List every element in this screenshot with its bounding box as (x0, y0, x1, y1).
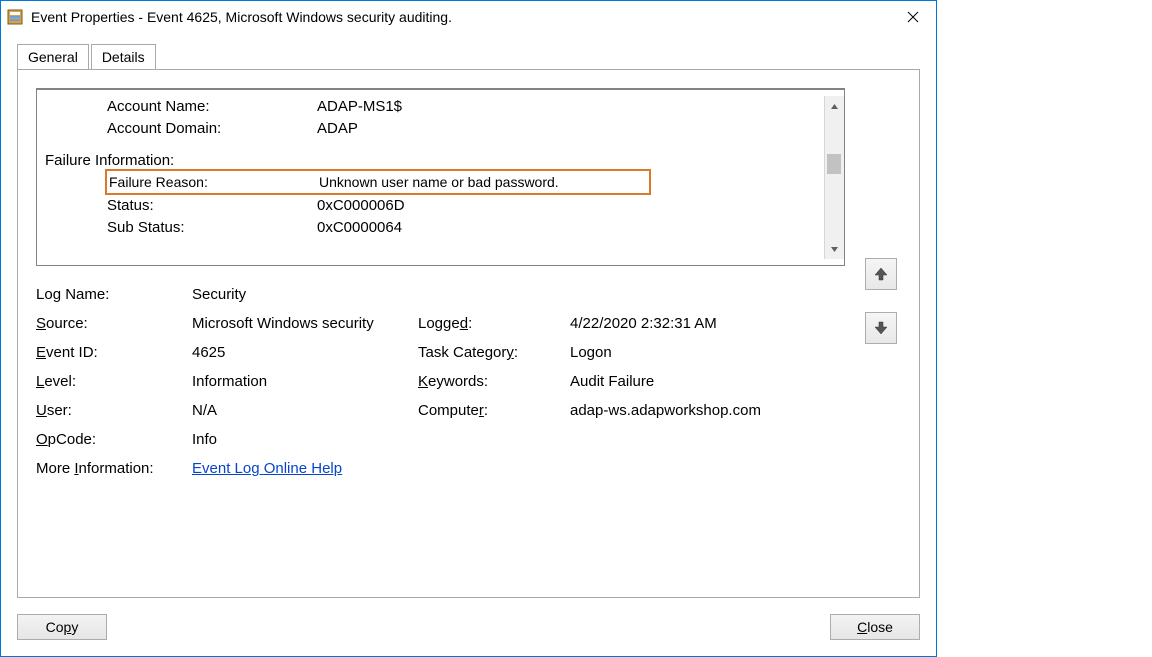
status-value: 0xC000006D (317, 195, 820, 217)
next-event-button[interactable] (865, 312, 897, 344)
scrollbar-thumb[interactable] (827, 154, 841, 174)
computer-value: adap-ws.adapworkshop.com (570, 402, 845, 419)
scroll-up-arrow-icon[interactable] (825, 96, 844, 116)
copy-button[interactable]: Copy (17, 614, 107, 640)
client-area: General Details Account Name: ADAP-MS1$ … (1, 33, 936, 656)
level-label: Level: (36, 373, 186, 390)
account-domain-value: ADAP (317, 118, 820, 140)
tabstrip: General Details (17, 43, 920, 69)
account-domain-label: Account Domain: (107, 118, 317, 140)
window-title: Event Properties - Event 4625, Microsoft… (31, 9, 890, 25)
scroll-down-arrow-icon[interactable] (825, 239, 844, 259)
previous-event-button[interactable] (865, 258, 897, 290)
source-value: Microsoft Windows security (192, 315, 412, 332)
task-category-value: Logon (570, 344, 845, 361)
dialog-button-row: Copy Close (17, 598, 920, 640)
computer-label: Computer: (418, 402, 564, 419)
arrow-down-icon (874, 321, 888, 335)
substatus-label: Sub Status: (107, 217, 317, 239)
row-account-domain: Account Domain: ADAP (45, 118, 820, 140)
row-failure-reason-highlight: Failure Reason: Unknown user name or bad… (105, 169, 651, 195)
window-close-button[interactable] (890, 2, 936, 33)
keywords-value: Audit Failure (570, 373, 845, 390)
account-name-value: ADAP-MS1$ (317, 96, 820, 118)
arrow-up-icon (874, 267, 888, 281)
more-info-label: More Information: (36, 460, 186, 477)
user-label: User: (36, 402, 186, 419)
event-id-value: 4625 (192, 344, 412, 361)
tab-panel-general: Account Name: ADAP-MS1$ Account Domain: … (17, 69, 920, 598)
event-description-box: Account Name: ADAP-MS1$ Account Domain: … (36, 88, 845, 266)
scrollbar-track[interactable] (825, 116, 844, 239)
event-properties-window: Event Properties - Event 4625, Microsoft… (0, 0, 937, 657)
tab-general[interactable]: General (17, 44, 89, 70)
log-name-value: Security (192, 286, 845, 303)
task-category-label: Task Category: (418, 344, 564, 361)
opcode-label: OpCode: (36, 431, 186, 448)
failure-info-header: Failure Information: (45, 152, 820, 169)
nav-button-column (845, 88, 901, 366)
failure-reason-value: Unknown user name or bad password. (319, 171, 559, 193)
status-label: Status: (107, 195, 317, 217)
event-viewer-icon (7, 9, 23, 25)
row-status: Status: 0xC000006D (45, 195, 820, 217)
row-substatus: Sub Status: 0xC0000064 (45, 217, 820, 239)
failure-reason-label: Failure Reason: (109, 171, 319, 193)
keywords-label: Keywords: (418, 373, 564, 390)
titlebar: Event Properties - Event 4625, Microsoft… (1, 1, 936, 33)
user-value: N/A (192, 402, 412, 419)
logged-label: Logged: (418, 315, 564, 332)
close-icon (907, 11, 919, 23)
source-label: Source: (36, 315, 186, 332)
account-name-label: Account Name: (107, 96, 317, 118)
event-meta-grid: Log Name: Security Source: Microsoft Win… (36, 286, 845, 477)
close-button[interactable]: Close (830, 614, 920, 640)
level-value: Information (192, 373, 412, 390)
log-name-label: Log Name: (36, 286, 186, 303)
opcode-value: Info (192, 431, 845, 448)
description-scrollbar[interactable] (824, 96, 844, 259)
substatus-value: 0xC0000064 (317, 217, 820, 239)
event-id-label: Event ID: (36, 344, 186, 361)
event-description-scroll[interactable]: Account Name: ADAP-MS1$ Account Domain: … (45, 96, 824, 259)
event-log-online-help-link[interactable]: Event Log Online Help (192, 460, 342, 477)
logged-value: 4/22/2020 2:32:31 AM (570, 315, 845, 332)
row-account-name: Account Name: ADAP-MS1$ (45, 96, 820, 118)
tab-details[interactable]: Details (91, 44, 156, 70)
